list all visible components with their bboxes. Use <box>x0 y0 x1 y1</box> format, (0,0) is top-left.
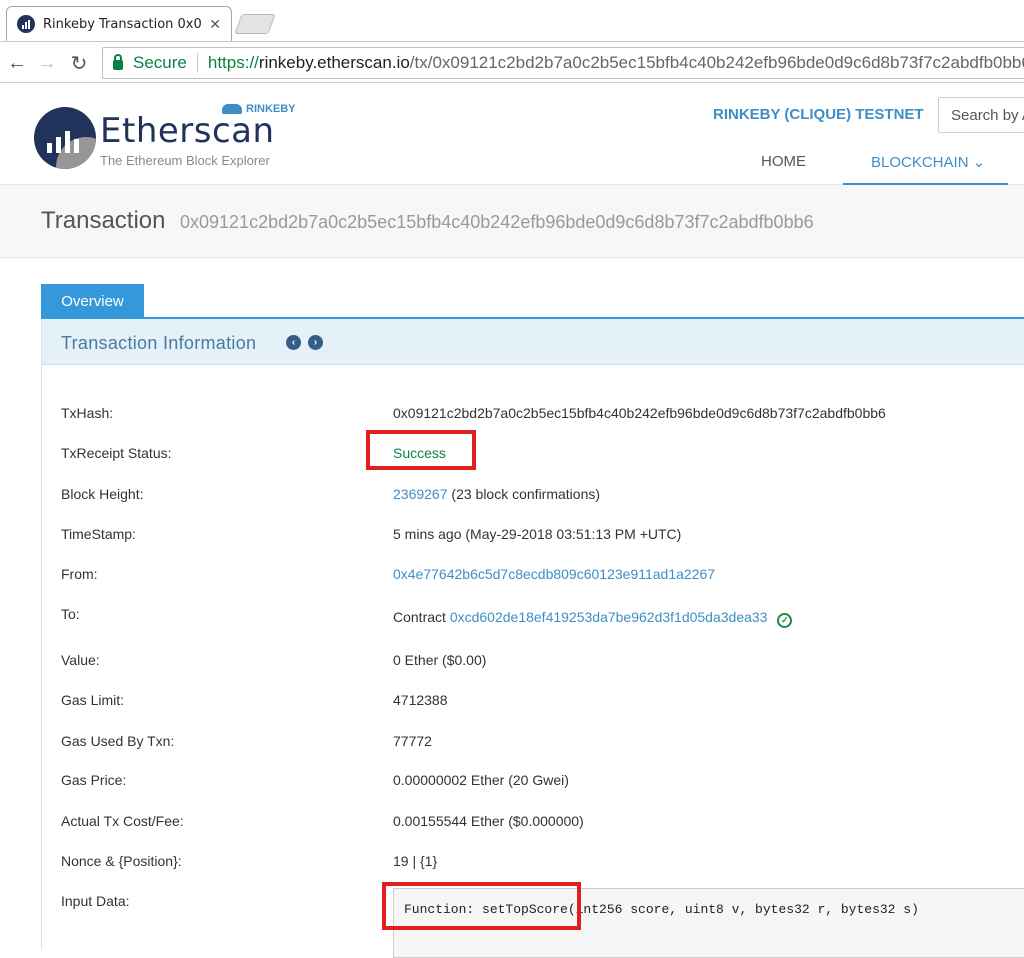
row-gas-used: Gas Used By Txn: 77772 <box>42 733 1024 757</box>
block-height-link[interactable]: 2369267 <box>393 486 448 502</box>
page-title-band: Transaction 0x09121c2bd2b7a0c2b5ec15bfb4… <box>0 185 1024 258</box>
highlight-input-box <box>382 882 581 930</box>
row-timestamp: TimeStamp: 5 mins ago (May-29-2018 03:51… <box>42 526 1024 550</box>
url-scheme: https:// <box>207 53 259 72</box>
logo-wordmark: Etherscan <box>100 111 275 151</box>
address-bar[interactable]: Secure https://rinkeby.etherscan.io/tx/0… <box>102 47 1024 79</box>
lock-icon <box>113 54 123 70</box>
label-status: TxReceipt Status: <box>61 445 172 461</box>
nav-blockchain[interactable]: BLOCKCHAIN ⌄ <box>871 153 985 171</box>
label-timestamp: TimeStamp: <box>61 526 136 542</box>
transaction-info-panel: Transaction Information ‹ › TxHash: 0x09… <box>41 319 1024 958</box>
url-host: rinkeby.etherscan.io <box>258 53 410 72</box>
close-tab-icon[interactable]: ✕ <box>209 16 221 33</box>
panel-title: Transaction Information <box>61 333 257 353</box>
next-tx-icon[interactable]: › <box>308 335 323 350</box>
address-bar-divider <box>196 53 198 73</box>
new-tab-button[interactable] <box>234 14 276 34</box>
row-nonce: Nonce & {Position}: 19 | {1} <box>42 853 1024 877</box>
back-arrow-icon[interactable]: ← <box>4 50 30 76</box>
etherscan-favicon-icon <box>17 15 35 33</box>
label-nonce: Nonce & {Position}: <box>61 853 182 869</box>
row-value: Value: 0 Ether ($0.00) <box>42 652 1024 676</box>
secure-label: Secure <box>133 53 187 72</box>
row-status: TxReceipt Status: Success <box>42 445 1024 469</box>
label-input-data: Input Data: <box>61 893 130 909</box>
url-path: /tx/0x09121c2bd2b7a0c2b5ec15bfb4c40b242e… <box>409 53 1024 72</box>
value-gas-limit: 4712388 <box>393 692 448 708</box>
label-value: Value: <box>61 652 100 668</box>
value-to: Contract 0xcd602de18ef419253da7be962d3f1… <box>393 609 793 628</box>
testnet-label: RINKEBY (CLIQUE) TESTNET <box>713 106 924 123</box>
label-gas-price: Gas Price: <box>61 772 127 788</box>
etherscan-logo[interactable]: Etherscan The Ethereum Block Explorer RI… <box>34 101 296 171</box>
tab-title: Rinkeby Transaction 0x09 <box>43 16 201 32</box>
row-from: From: 0x4e77642b6c5d7c8ecdb809c60123e911… <box>42 566 1024 590</box>
browser-toolbar: ← → ↻ Secure https://rinkeby.etherscan.i… <box>0 41 1024 83</box>
row-gas-price: Gas Price: 0.00000002 Ether (20 Gwei) <box>42 772 1024 796</box>
etherscan-logo-icon <box>34 107 96 169</box>
label-gas-limit: Gas Limit: <box>61 692 125 708</box>
label-to: To: <box>61 606 80 622</box>
site-header: Etherscan The Ethereum Block Explorer RI… <box>0 83 1024 186</box>
browser-tabstrip: Rinkeby Transaction 0x09 ✕ <box>0 0 1024 41</box>
network-badge-icon <box>222 104 242 114</box>
row-gas-limit: Gas Limit: 4712388 <box>42 692 1024 716</box>
tab-overview[interactable]: Overview <box>41 284 144 318</box>
forward-arrow-icon[interactable]: → <box>34 50 60 76</box>
label-block-height: Block Height: <box>61 486 144 502</box>
value-gas-used: 77772 <box>393 733 432 749</box>
value-value: 0 Ether ($0.00) <box>393 652 487 668</box>
reload-icon[interactable]: ↻ <box>66 50 92 76</box>
row-fee: Actual Tx Cost/Fee: 0.00155544 Ether ($0… <box>42 813 1024 837</box>
value-timestamp: 5 mins ago (May-29-2018 03:51:13 PM +UTC… <box>393 526 682 542</box>
from-address-link[interactable]: 0x4e77642b6c5d7c8ecdb809c60123e911ad1a22… <box>393 566 715 582</box>
label-from: From: <box>61 566 98 582</box>
value-fee: 0.00155544 Ether ($0.000000) <box>393 813 584 829</box>
panel-header: Transaction Information ‹ › <box>42 319 1024 365</box>
nav-home[interactable]: HOME <box>761 153 806 170</box>
value-block-height: 2369267 (23 block confirmations) <box>393 486 600 502</box>
verified-contract-icon: ✓ <box>777 613 793 628</box>
label-gas-used: Gas Used By Txn: <box>61 733 175 749</box>
search-input[interactable]: Search by Address / Txhash <box>938 97 1024 133</box>
to-contract-prefix: Contract <box>393 609 446 625</box>
browser-tab[interactable]: Rinkeby Transaction 0x09 ✕ <box>6 6 232 41</box>
block-confirmations: (23 block confirmations) <box>451 486 601 502</box>
row-txhash: TxHash: 0x09121c2bd2b7a0c2b5ec15bfb4c40b… <box>42 405 1024 429</box>
highlight-status-box <box>366 430 476 470</box>
label-fee: Actual Tx Cost/Fee: <box>61 813 184 829</box>
label-txhash: TxHash: <box>61 405 114 421</box>
row-block-height: Block Height: 2369267 (23 block confirma… <box>42 486 1024 510</box>
logo-network-badge: RINKEBY <box>222 103 296 115</box>
logo-network-label: RINKEBY <box>246 103 296 115</box>
value-txhash: 0x09121c2bd2b7a0c2b5ec15bfb4c40b242efb96… <box>393 405 886 421</box>
to-contract-link[interactable]: 0xcd602de18ef419253da7be962d3f1d05da3dea… <box>450 609 768 625</box>
row-to: To: Contract 0xcd602de18ef419253da7be962… <box>42 606 1024 630</box>
value-nonce: 19 | {1} <box>393 853 438 869</box>
logo-tagline: The Ethereum Block Explorer <box>100 153 270 168</box>
prev-tx-icon[interactable]: ‹ <box>286 335 301 350</box>
page-title: Transaction <box>41 207 166 234</box>
value-gas-price: 0.00000002 Ether (20 Gwei) <box>393 772 569 788</box>
page-title-hash: 0x09121c2bd2b7a0c2b5ec15bfb4c40b242efb96… <box>180 212 814 232</box>
